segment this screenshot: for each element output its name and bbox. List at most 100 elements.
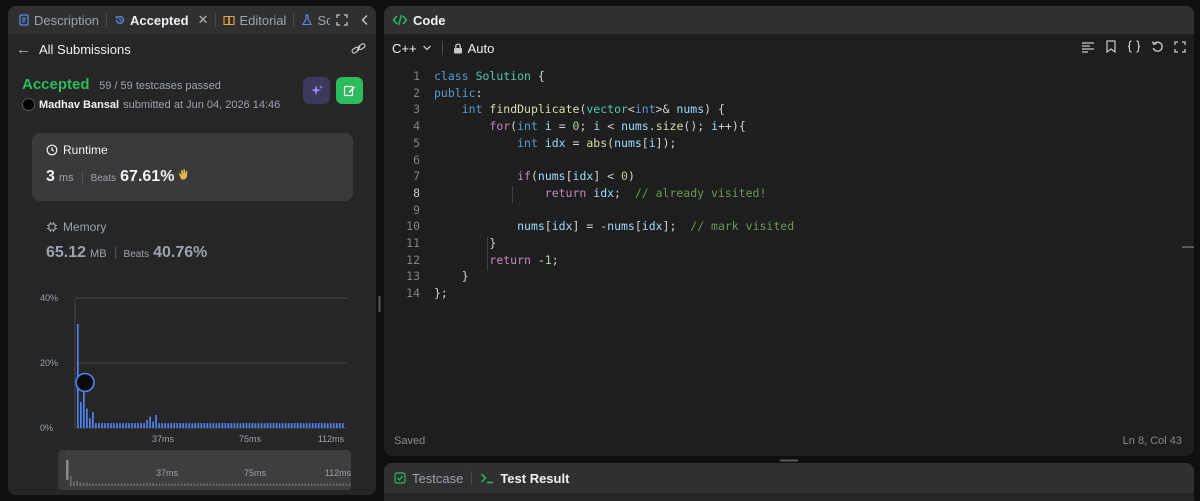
chart-bar[interactable]: [185, 423, 188, 428]
chart-bar[interactable]: [104, 423, 106, 428]
chart-bar[interactable]: [293, 423, 296, 428]
chart-bar[interactable]: [86, 408, 88, 429]
chart-bar[interactable]: [338, 423, 341, 428]
chart-bar[interactable]: [206, 423, 209, 428]
chart-bar[interactable]: [239, 423, 242, 428]
code-line[interactable]: 11 }: [384, 235, 1194, 252]
link-icon[interactable]: [351, 42, 366, 55]
chart-bar[interactable]: [134, 423, 136, 428]
chart-bar[interactable]: [83, 392, 85, 428]
chart-bar[interactable]: [137, 423, 139, 428]
chart-bar[interactable]: [164, 423, 166, 428]
chart-bar[interactable]: [155, 415, 157, 428]
chart-bar[interactable]: [101, 423, 103, 428]
chart-bar[interactable]: [335, 423, 338, 428]
tab-description[interactable]: Description: [18, 13, 99, 28]
chart-bar[interactable]: [182, 423, 185, 428]
chart-bar[interactable]: [125, 423, 127, 428]
code-line[interactable]: 2 public:: [384, 85, 1194, 102]
chart-bar[interactable]: [302, 423, 305, 428]
tab-accepted[interactable]: Accepted ✕: [114, 12, 208, 28]
code-editor[interactable]: 1 class Solution {2 public: 3 int findDupli…: [384, 68, 1194, 428]
chart-bar[interactable]: [230, 423, 233, 428]
chart-bar[interactable]: [242, 423, 245, 428]
runtime-distribution-chart[interactable]: 40% 20% 0% 37ms 75ms 112ms: [8, 286, 376, 446]
code-line[interactable]: 3 int findDuplicate(vector<int>& nums) {: [384, 101, 1194, 118]
chart-bar[interactable]: [215, 423, 218, 428]
code-line[interactable]: 7 if(nums[idx] < 0): [384, 168, 1194, 185]
chart-bar[interactable]: [308, 423, 311, 428]
chart-bar[interactable]: [278, 423, 281, 428]
chart-bar[interactable]: [161, 423, 163, 428]
code-line[interactable]: 12 return -1;: [384, 252, 1194, 269]
range-selector-chart[interactable]: 37ms 75ms 112ms: [58, 450, 351, 490]
chart-bar[interactable]: [281, 423, 284, 428]
chart-bar[interactable]: [296, 423, 299, 428]
avatar[interactable]: [22, 98, 35, 111]
runtime-range-selector[interactable]: 37ms 75ms 112ms: [58, 450, 351, 490]
chart-bar[interactable]: [200, 423, 203, 428]
chart-bar[interactable]: [314, 423, 317, 428]
chart-bar[interactable]: [158, 423, 160, 428]
chart-bar[interactable]: [131, 423, 133, 428]
chart-bar[interactable]: [188, 423, 191, 428]
ai-analyze-button[interactable]: [303, 77, 330, 104]
chart-bar[interactable]: [263, 423, 266, 428]
all-submissions-link[interactable]: All Submissions: [39, 42, 131, 57]
chart-bar[interactable]: [176, 423, 179, 428]
chart-bar[interactable]: [92, 411, 94, 428]
language-select[interactable]: C++: [392, 41, 432, 56]
chart-bar[interactable]: [146, 419, 148, 428]
bookmark-icon[interactable]: [1105, 40, 1117, 53]
chart-bar[interactable]: [167, 423, 169, 428]
chart-bar[interactable]: [95, 423, 97, 428]
chart-bar[interactable]: [317, 423, 320, 428]
tab-solutions[interactable]: So: [301, 13, 333, 28]
chart-bar[interactable]: [197, 423, 200, 428]
code-line[interactable]: 13 }: [384, 268, 1194, 285]
chart-bar[interactable]: [149, 416, 151, 428]
chart-bar[interactable]: [128, 423, 130, 428]
chart-bar[interactable]: [98, 423, 100, 428]
runtime-card[interactable]: Runtime 3 ms Beats 67.61%: [32, 133, 353, 201]
chart-bar[interactable]: [227, 423, 230, 428]
chart-bar[interactable]: [272, 423, 275, 428]
chart-bar[interactable]: [110, 423, 112, 428]
memory-card[interactable]: Memory 65.12 MB Beats 40.76%: [46, 220, 207, 262]
chart-bar[interactable]: [143, 423, 145, 428]
chart-bar[interactable]: [245, 423, 248, 428]
code-line[interactable]: 10 nums[idx] = -nums[idx]; // mark visit…: [384, 218, 1194, 235]
chart-bar[interactable]: [170, 423, 173, 428]
fullscreen-icon[interactable]: [1174, 40, 1186, 53]
chart-bar[interactable]: [80, 402, 82, 428]
braces-icon[interactable]: [1127, 40, 1141, 53]
chart-bar[interactable]: [248, 423, 251, 428]
chart-bar[interactable]: [290, 423, 293, 428]
vertical-resize-handle[interactable]: [378, 296, 381, 312]
chart-bar[interactable]: [119, 423, 121, 428]
chart-bar[interactable]: [122, 423, 124, 428]
chart-bar[interactable]: [269, 423, 272, 428]
chart-bar[interactable]: [179, 423, 182, 428]
chart-bar[interactable]: [221, 423, 224, 428]
chart-bar[interactable]: [203, 423, 206, 428]
chart-bar[interactable]: [212, 423, 215, 428]
format-icon[interactable]: [1081, 41, 1095, 53]
chart-bar[interactable]: [191, 423, 194, 428]
chart-bar[interactable]: [332, 423, 335, 428]
chart-bar[interactable]: [116, 423, 118, 428]
your-submission-marker[interactable]: [75, 372, 95, 393]
chart-bar[interactable]: [329, 423, 332, 428]
chart-bar[interactable]: [275, 423, 278, 428]
chart-bar[interactable]: [224, 423, 227, 428]
chart-bar[interactable]: [311, 423, 314, 428]
horizontal-resize-handle[interactable]: [780, 459, 798, 462]
code-line[interactable]: 8 return idx; // already visited!: [384, 185, 1194, 202]
chart-bar[interactable]: [287, 423, 290, 428]
chart-bar[interactable]: [266, 423, 269, 428]
edit-notes-button[interactable]: [336, 77, 363, 104]
tab-test-result[interactable]: Test Result: [480, 471, 569, 486]
tab-testcase[interactable]: Testcase: [394, 471, 463, 486]
reset-icon[interactable]: [1151, 40, 1164, 53]
chart-bar[interactable]: [218, 423, 221, 428]
